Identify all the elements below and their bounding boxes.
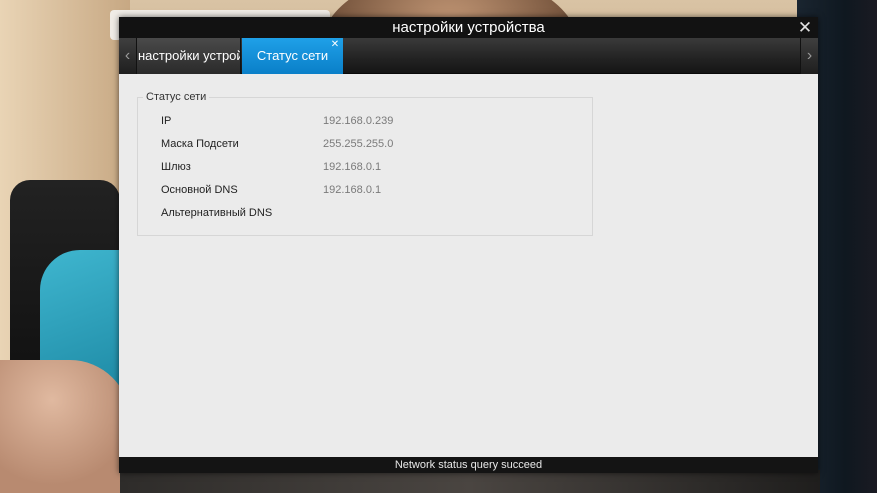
background-desk: [120, 470, 820, 493]
tab-label: Статус сети: [256, 48, 329, 63]
chevron-right-icon[interactable]: ›: [800, 38, 818, 74]
gateway-value: 192.168.0.1: [323, 161, 382, 173]
status-message: Network status query succeed: [394, 459, 543, 471]
alternate-dns-label: Альтернативный DNS: [161, 207, 273, 219]
subnet-mask-value: 255.255.255.0: [323, 138, 394, 150]
chevron-left-icon[interactable]: ‹: [119, 38, 137, 74]
subnet-mask-label: Маска Подсети: [161, 138, 239, 150]
dialog-title: настройки устройства: [392, 19, 545, 36]
background-hand: [0, 360, 130, 493]
primary-dns-label: Основной DNS: [161, 184, 238, 196]
status-bar: Network status query succeed: [119, 457, 818, 473]
primary-dns-value: 192.168.0.1: [323, 184, 382, 196]
network-status-panel: Статус сети IP 192.168.0.239 Маска Подсе…: [119, 74, 818, 457]
primary-dns-row: Основной DNS 192.168.0.1: [161, 183, 581, 197]
gateway-label: Шлюз: [161, 161, 191, 173]
tab-label: настройки устройства: [138, 48, 240, 63]
gateway-row: Шлюз 192.168.0.1: [161, 160, 581, 174]
close-icon[interactable]: ✕: [796, 18, 814, 37]
tab-close-icon[interactable]: ✕: [330, 40, 340, 50]
network-status-group: Статус сети IP 192.168.0.239 Маска Подсе…: [137, 91, 593, 236]
ip-value: 192.168.0.239: [323, 115, 394, 127]
ip-row: IP 192.168.0.239: [161, 114, 581, 128]
alternate-dns-row: Альтернативный DNS: [161, 206, 581, 220]
ip-label: IP: [161, 115, 172, 127]
subnet-mask-row: Маска Подсети 255.255.255.0: [161, 137, 581, 151]
group-title: Статус сети: [143, 91, 210, 104]
tab-network-status[interactable]: Статус сети ✕: [242, 38, 343, 74]
dialog-titlebar: настройки устройства ✕: [119, 17, 818, 38]
tab-bar: ‹ настройки устройства Статус сети ✕ ›: [119, 38, 818, 74]
tab-device-settings[interactable]: настройки устройства: [137, 38, 241, 74]
device-settings-dialog: настройки устройства ✕ ‹ настройки устро…: [119, 17, 818, 473]
